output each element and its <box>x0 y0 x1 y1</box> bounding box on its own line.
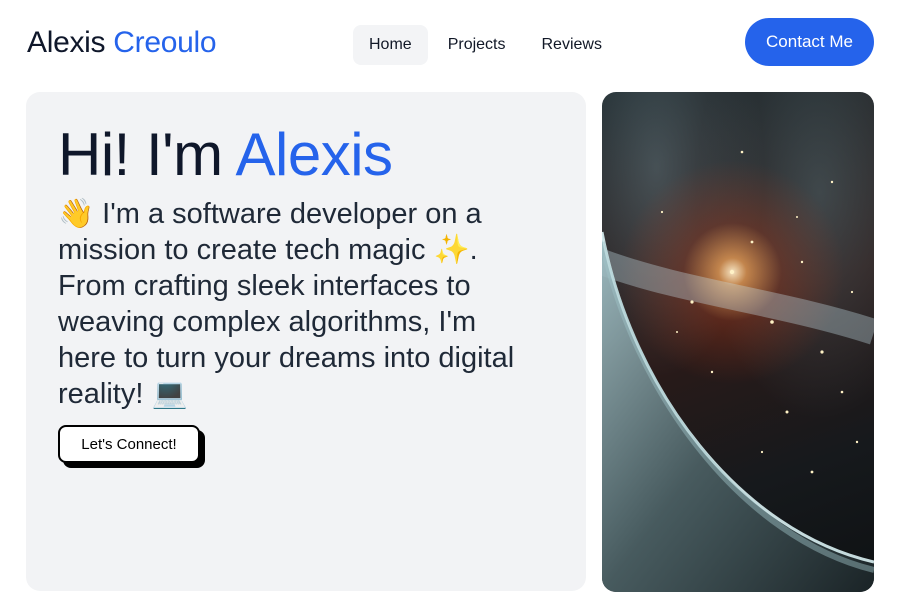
nav-home[interactable]: Home <box>353 25 428 65</box>
logo-first-name: Alexis <box>27 26 106 59</box>
lets-connect-button[interactable]: Let's Connect! <box>58 425 200 463</box>
main-nav: Home Projects Reviews <box>353 25 618 65</box>
hero-title: Hi! I'm Alexis <box>58 122 393 188</box>
nav-reviews[interactable]: Reviews <box>525 25 617 65</box>
planet-illustration <box>602 150 874 592</box>
hero-card: Hi! I'm Alexis 👋 I'm a software develope… <box>26 92 586 591</box>
space-nebula-image <box>602 92 874 592</box>
hero-title-prefix: Hi! I'm <box>58 121 223 188</box>
hero-title-name: Alexis <box>235 121 393 188</box>
logo-last-name: Creoulo <box>113 26 217 59</box>
site-header: Alexis Creoulo Home Projects Reviews Con… <box>0 0 899 90</box>
contact-me-button[interactable]: Contact Me <box>745 18 874 66</box>
hero-description: 👋 I'm a software developer on a mission … <box>58 198 515 410</box>
site-logo[interactable]: Alexis Creoulo <box>27 26 217 60</box>
nav-projects[interactable]: Projects <box>432 25 522 65</box>
